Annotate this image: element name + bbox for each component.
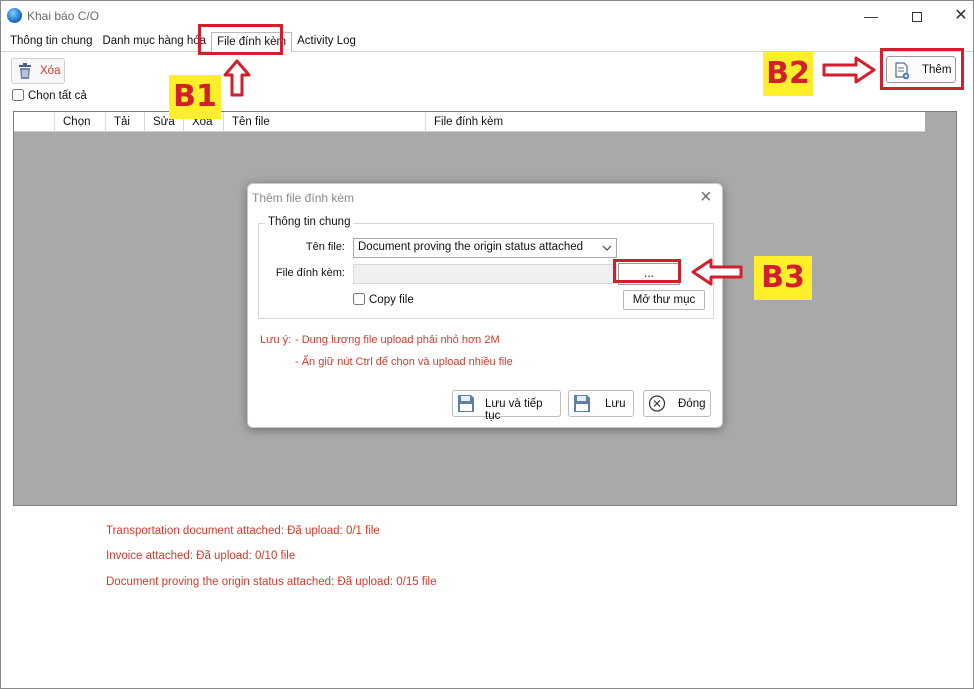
globe-icon <box>7 8 22 23</box>
annotation-badge-b3: B3 <box>754 256 812 300</box>
grid-header-rowselector <box>14 112 54 132</box>
annotation-box-b3 <box>613 259 681 283</box>
note-size-limit: - Dung lượng file upload phải nhỏ hơn 2M <box>295 334 500 346</box>
tab-bar: Thông tin chung Danh mục hàng hóa File đ… <box>5 32 361 52</box>
select-all-checkbox[interactable]: Chọn tất cả <box>12 89 87 102</box>
save-label: Lưu <box>605 398 626 410</box>
close-button[interactable]: Đóng <box>643 390 711 417</box>
save-button[interactable]: Lưu <box>568 390 634 417</box>
annotation-badge-b1: B1 <box>169 75 221 119</box>
tab-general-info[interactable]: Thông tin chung <box>5 32 97 51</box>
tab-goods-list[interactable]: Danh mục hàng hóa <box>97 32 211 51</box>
delete-button-label: Xóa <box>40 65 61 77</box>
grid-header-file-name[interactable]: Tên file <box>223 112 425 132</box>
copy-file-label: Copy file <box>369 294 414 306</box>
note-multi-select: - Ấn giữ nút Ctrl để chọn và upload nhiề… <box>295 356 513 368</box>
open-folder-button[interactable]: Mở thư mục <box>623 290 705 310</box>
annotation-arrow-right-icon <box>822 56 876 84</box>
close-window-button[interactable]: ✕ <box>941 5 974 27</box>
select-all-label: Chọn tất cả <box>28 90 87 102</box>
file-name-dropdown[interactable]: Document proving the origin status attac… <box>353 238 617 258</box>
add-attachment-dialog: Thêm file đính kèm × Thông tin chung Tên… <box>247 183 723 428</box>
upload-status-invoice: Invoice attached: Đã upload: 0/10 file <box>106 550 296 562</box>
dialog-close-icon[interactable]: × <box>700 186 712 209</box>
file-name-label: Tên file: <box>305 241 345 253</box>
floppy-disk-icon <box>458 395 474 412</box>
upload-status-origin: Document proving the origin status attac… <box>106 576 437 588</box>
annotation-box-b2 <box>880 48 964 90</box>
floppy-disk-icon <box>574 395 590 412</box>
window-title: Khai báo C/O <box>27 9 100 23</box>
grid-header: Chọn Tải Sửa Xóa Tên file File đính kèm <box>14 112 925 132</box>
annotation-arrow-left-icon <box>691 258 743 286</box>
app-window: Khai báo C/O — ✕ Thông tin chung Danh mụ… <box>0 0 974 689</box>
maximize-icon <box>912 12 922 23</box>
close-label: Đóng <box>678 398 706 410</box>
maximize-button[interactable] <box>897 5 937 27</box>
copy-file-checkbox[interactable]: Copy file <box>353 293 414 306</box>
attach-label: File đính kèm: <box>275 267 345 279</box>
trash-icon <box>19 63 31 79</box>
annotation-arrow-up-icon <box>223 59 251 97</box>
chevron-down-icon <box>602 245 612 251</box>
copy-file-check[interactable] <box>353 293 365 305</box>
attach-path-field[interactable] <box>353 264 617 284</box>
upload-status-transport: Transportation document attached: Đã upl… <box>106 525 380 537</box>
save-continue-button[interactable]: Lưu và tiếp tục <box>452 390 561 422</box>
tab-activity-log[interactable]: Activity Log <box>292 32 361 51</box>
delete-button[interactable]: Xóa <box>11 58 65 84</box>
grid-header-select[interactable]: Chọn <box>54 112 105 132</box>
title-bar: Khai báo C/O — ✕ <box>1 1 973 31</box>
grid-header-attachment[interactable]: File đính kèm <box>425 112 925 132</box>
dialog-title: Thêm file đính kèm <box>252 191 355 205</box>
save-continue-label: Lưu và tiếp tục <box>485 398 543 422</box>
circle-x-icon <box>648 395 666 412</box>
group-title: Thông tin chung <box>265 216 354 228</box>
annotation-box-b1 <box>198 24 283 55</box>
annotation-badge-b2: B2 <box>763 52 813 96</box>
select-all-check[interactable] <box>12 89 24 101</box>
note-prefix: Lưu ý: <box>260 334 292 346</box>
file-name-value: Document proving the origin status attac… <box>358 241 584 253</box>
grid-header-download[interactable]: Tải <box>105 112 144 132</box>
minimize-button[interactable]: — <box>851 5 891 27</box>
